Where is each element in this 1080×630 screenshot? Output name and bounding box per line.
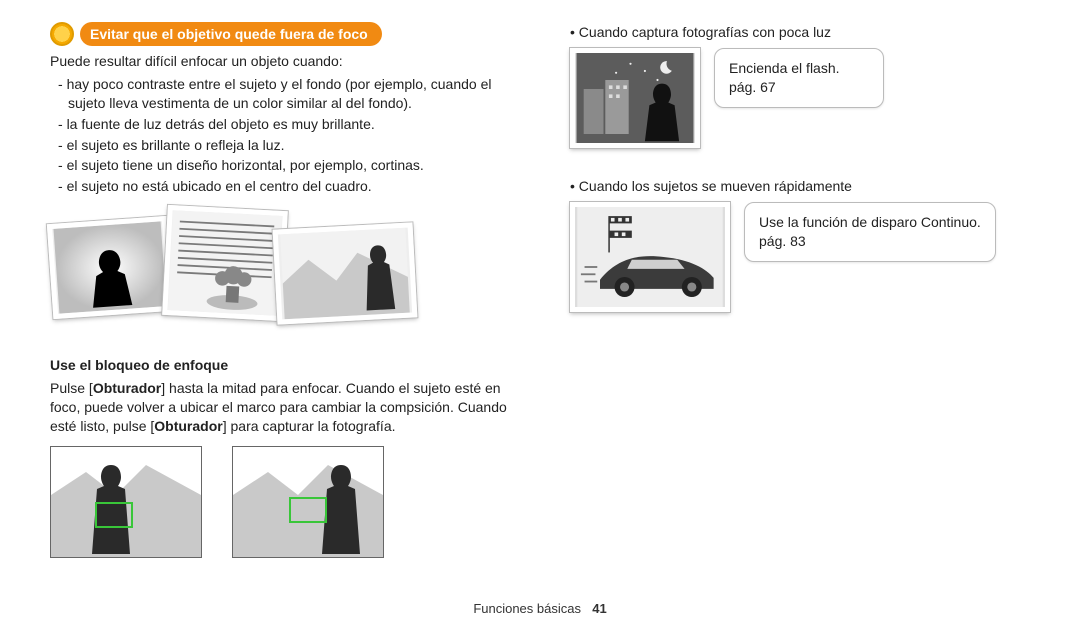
section-heading: Evitar que el objetivo quede fuera de fo…	[80, 22, 382, 46]
difficult-cases-list: hay poco contraste entre el sujeto y el …	[50, 75, 510, 196]
case-item: el sujeto tiene un diseño horizontal, po…	[50, 156, 510, 175]
focus-indicator	[289, 497, 327, 523]
tip-bubble-flash: Encienda el flash. pág. 67	[714, 48, 884, 108]
tip-list: Cuando captura fotografías con poca luz	[570, 24, 1030, 40]
focus-lock-image-before	[50, 446, 202, 558]
example-photo-backlit	[47, 216, 173, 319]
tip-photo-motion	[570, 202, 730, 312]
case-item: la fuente de luz detrás del objeto es mu…	[50, 115, 510, 134]
tip-bubble-continuous: Use la función de disparo Continuo. pág.…	[744, 202, 996, 262]
case-item: el sujeto es brillante o refleja la luz.	[50, 136, 510, 155]
example-photo-offcenter	[273, 223, 418, 325]
example-photos	[50, 206, 400, 336]
page-footer: Funciones básicas 41	[0, 601, 1080, 616]
intro-text: Puede resultar difícil enfocar un objeto…	[50, 52, 510, 71]
focus-lock-block: Use el bloqueo de enfoque Pulse [Obturad…	[50, 356, 510, 558]
case-item: hay poco contraste entre el sujeto y el …	[50, 75, 510, 113]
focus-lock-image-after	[232, 446, 384, 558]
sun-icon	[50, 22, 74, 46]
tip-bullet-motion: Cuando los sujetos se mueven rápidamente	[570, 178, 1030, 194]
example-photo-blinds	[162, 205, 288, 321]
tip-list: Cuando los sujetos se mueven rápidamente	[570, 178, 1030, 194]
tip-photo-lowlight	[570, 48, 700, 148]
focus-lock-text: Pulse [Obturador] hasta la mitad para en…	[50, 379, 510, 436]
case-item: el sujeto no está ubicado en el centro d…	[50, 177, 510, 196]
tip-bullet-lowlight: Cuando captura fotografías con poca luz	[570, 24, 1030, 40]
focus-indicator	[95, 502, 133, 528]
focus-lock-title: Use el bloqueo de enfoque	[50, 356, 510, 375]
